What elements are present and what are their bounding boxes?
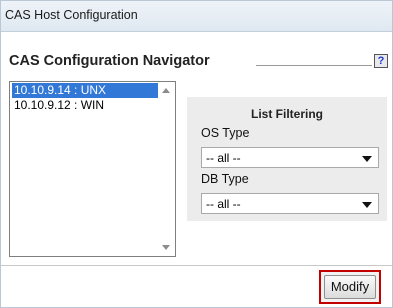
section-divider: [256, 65, 372, 66]
os-type-select[interactable]: -- all --: [201, 147, 379, 168]
help-question-icon[interactable]: ?: [374, 54, 388, 68]
modify-button-highlight[interactable]: Modify: [319, 270, 381, 304]
list-scrollbar[interactable]: [158, 82, 175, 256]
dialog-frame: CAS Host Configuration CAS Configuration…: [0, 0, 393, 308]
os-type-value: -- all --: [206, 151, 241, 165]
db-type-select[interactable]: -- all --: [201, 193, 379, 214]
list-filtering-heading: List Filtering: [251, 107, 323, 121]
dropdown-arrow-icon[interactable]: [362, 202, 372, 208]
db-type-value: -- all --: [206, 197, 241, 211]
title-bar: CAS Host Configuration: [1, 1, 392, 32]
modify-button[interactable]: Modify: [324, 275, 376, 299]
host-list-item[interactable]: 10.10.9.12 : WIN: [12, 98, 159, 113]
dropdown-arrow-icon[interactable]: [362, 156, 372, 162]
scroll-up-arrow-icon[interactable]: [162, 88, 170, 93]
host-list-item-selected[interactable]: 10.10.9.14 : UNX: [12, 83, 159, 98]
db-type-label: DB Type: [201, 172, 249, 186]
os-type-label: OS Type: [201, 126, 250, 140]
list-filtering-panel: List Filtering OS Type -- all -- DB Type…: [187, 97, 387, 221]
navigator-title: CAS Configuration Navigator: [9, 53, 210, 69]
host-listbox[interactable]: 10.10.9.14 : UNX 10.10.9.12 : WIN: [9, 81, 176, 257]
scroll-down-arrow-icon[interactable]: [162, 245, 170, 250]
window-title: CAS Host Configuration: [5, 8, 138, 22]
footer-divider: [1, 265, 392, 266]
